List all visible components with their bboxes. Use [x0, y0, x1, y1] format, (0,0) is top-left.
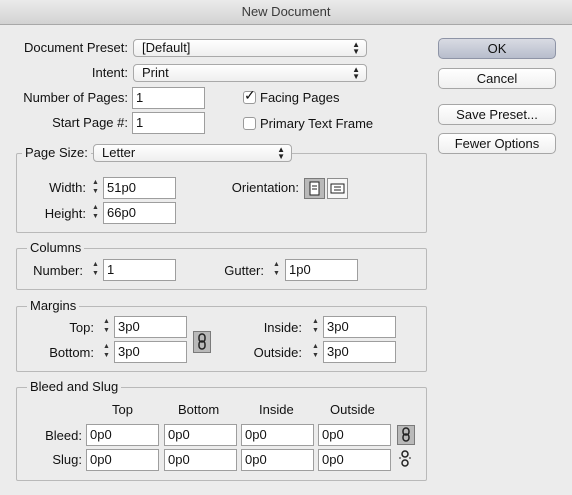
cancel-button[interactable]: Cancel [438, 68, 556, 89]
slug-bottom-input[interactable]: 0p0 [164, 449, 237, 471]
facing-pages-label: Facing Pages [260, 90, 340, 105]
margin-outside-stepper[interactable]: ▲ ▼ [309, 342, 322, 362]
bleed-header-top: Top [112, 402, 133, 417]
number-of-pages-input[interactable]: 1 [132, 87, 205, 109]
margin-inside-stepper[interactable]: ▲ ▼ [309, 317, 322, 337]
save-preset-button[interactable]: Save Preset... [438, 104, 556, 125]
margins-link-button[interactable] [193, 331, 211, 353]
bleed-header-inside: Inside [259, 402, 294, 417]
height-label: Height: [44, 206, 86, 221]
start-page-input[interactable]: 1 [132, 112, 205, 134]
select-arrows-icon: ▲ ▼ [352, 40, 360, 56]
columns-number-input[interactable]: 1 [103, 259, 176, 281]
width-input[interactable]: 51p0 [103, 177, 176, 199]
margin-outside-input[interactable]: 3p0 [323, 341, 396, 363]
slug-inside-input[interactable]: 0p0 [241, 449, 314, 471]
page-size-label: Page Size: [22, 145, 91, 161]
orientation-label: Orientation: [231, 180, 299, 195]
checkmark-icon: ✓ [244, 87, 256, 103]
fewer-options-button[interactable]: Fewer Options [438, 133, 556, 154]
slug-top-input[interactable]: 0p0 [86, 449, 159, 471]
margins-legend: Margins [27, 298, 80, 314]
margin-top-stepper[interactable]: ▲ ▼ [100, 317, 113, 337]
slug-link-button[interactable] [397, 450, 415, 470]
intent-value: Print [142, 65, 169, 80]
page-size-value: Letter [102, 145, 136, 160]
document-preset-value: [Default] [142, 40, 191, 55]
bleed-header-outside: Outside [330, 402, 375, 417]
intent-select[interactable]: Print ▲ ▼ [133, 64, 367, 82]
broken-chain-link-icon [399, 450, 411, 467]
slug-label: Slug: [52, 452, 82, 467]
document-preset-select[interactable]: [Default] ▲ ▼ [133, 39, 367, 57]
margin-top-input[interactable]: 3p0 [114, 316, 187, 338]
bleed-top-input[interactable]: 0p0 [86, 424, 159, 446]
columns-number-stepper[interactable]: ▲ ▼ [89, 260, 102, 280]
window-title: New Document [0, 0, 572, 25]
primary-text-frame-checkbox[interactable] [243, 117, 256, 130]
width-stepper[interactable]: ▲ ▼ [89, 178, 102, 198]
document-preset-label: Document Preset: [23, 40, 128, 55]
gutter-label: Gutter: [224, 263, 264, 278]
margin-bottom-stepper[interactable]: ▲ ▼ [100, 342, 113, 362]
ok-button[interactable]: OK [438, 38, 556, 59]
width-label: Width: [49, 180, 86, 195]
portrait-page-icon [309, 181, 320, 196]
chain-link-icon [402, 427, 410, 442]
slug-outside-input[interactable]: 0p0 [318, 449, 391, 471]
primary-text-frame-label: Primary Text Frame [260, 116, 374, 131]
height-stepper[interactable]: ▲ ▼ [89, 203, 102, 223]
margin-inside-label: Inside: [263, 320, 302, 335]
facing-pages-checkbox[interactable]: ✓ [243, 87, 256, 104]
bleed-slug-legend: Bleed and Slug [27, 379, 122, 395]
columns-legend: Columns [27, 240, 85, 256]
select-arrows-icon: ▲ ▼ [277, 145, 285, 161]
margin-bottom-label: Bottom: [49, 345, 94, 360]
margin-outside-label: Outside: [253, 345, 302, 360]
columns-number-label: Number: [33, 263, 83, 278]
landscape-page-icon [330, 183, 345, 194]
height-input[interactable]: 66p0 [103, 202, 176, 224]
bleed-bottom-input[interactable]: 0p0 [164, 424, 237, 446]
margin-bottom-input[interactable]: 3p0 [114, 341, 187, 363]
number-of-pages-label: Number of Pages: [23, 90, 128, 105]
start-page-label: Start Page #: [52, 115, 128, 130]
gutter-input[interactable]: 1p0 [285, 259, 358, 281]
bleed-link-button[interactable] [397, 425, 415, 445]
gutter-stepper[interactable]: ▲ ▼ [270, 260, 283, 280]
bleed-inside-input[interactable]: 0p0 [241, 424, 314, 446]
chain-link-icon [198, 333, 206, 350]
bleed-header-bottom: Bottom [178, 402, 220, 417]
select-arrows-icon: ▲ ▼ [352, 65, 360, 81]
margin-top-label: Top: [69, 320, 94, 335]
intent-label: Intent: [91, 65, 128, 80]
margin-inside-input[interactable]: 3p0 [323, 316, 396, 338]
bleed-label: Bleed: [45, 428, 82, 443]
page-size-select[interactable]: Letter ▲ ▼ [93, 144, 292, 162]
bleed-outside-input[interactable]: 0p0 [318, 424, 391, 446]
portrait-orientation-button[interactable] [304, 178, 325, 199]
landscape-orientation-button[interactable] [327, 178, 348, 199]
